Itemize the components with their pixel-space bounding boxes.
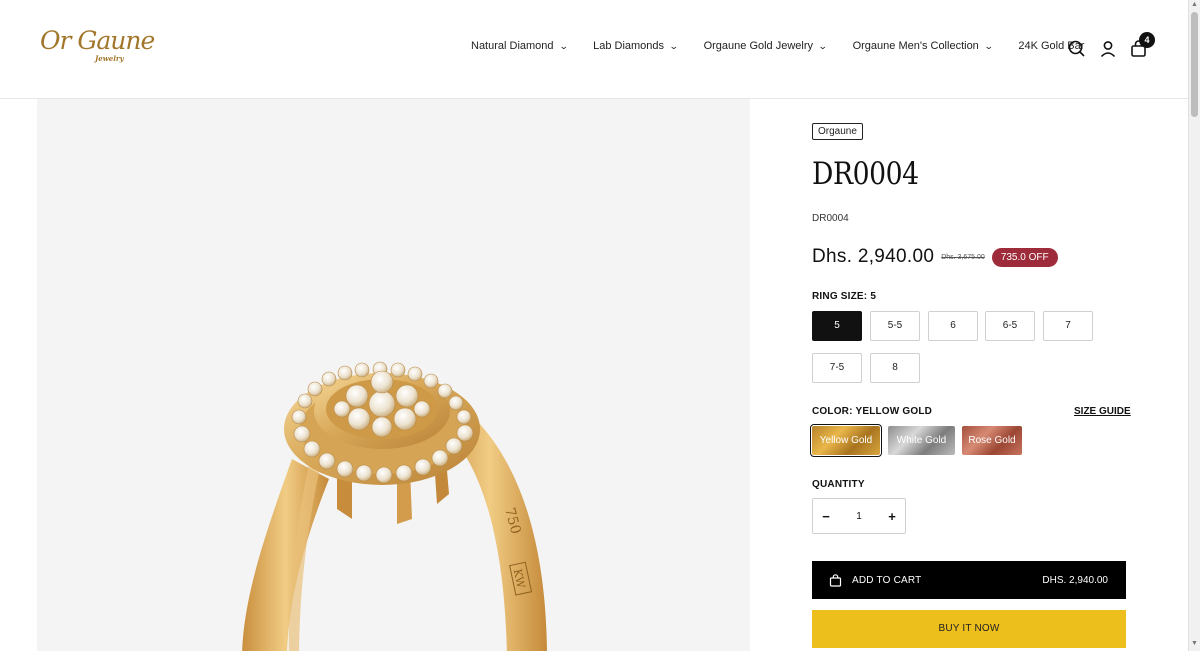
account-icon[interactable] xyxy=(1097,38,1119,60)
size-option-5-5[interactable]: 5-5 xyxy=(870,311,920,341)
price-row: Dhs. 2,940.00 Dhs. 3,675.00 735.0 OFF xyxy=(812,246,1058,268)
cart-count-badge: 4 xyxy=(1139,32,1155,48)
compare-at-price: Dhs. 3,675.00 xyxy=(941,253,985,261)
sale-price: Dhs. 2,940.00 xyxy=(812,246,935,267)
size-option-7[interactable]: 7 xyxy=(1043,311,1093,341)
add-to-cart-price: DHS. 2,940.00 xyxy=(1042,574,1108,586)
size-option-8[interactable]: 8 xyxy=(870,353,920,383)
vendor-badge[interactable]: Orgaune xyxy=(812,123,863,140)
search-icon[interactable] xyxy=(1066,38,1088,60)
discount-badge: 735.0 OFF xyxy=(991,247,1058,267)
nav-item-label: Orgaune Men's Collection xyxy=(852,40,979,52)
ring-size-label: RING SIZE: 5 xyxy=(812,291,876,302)
nav-item-gold-jewelry[interactable]: Orgaune Gold Jewelry ⌄ xyxy=(703,40,828,52)
logo-script: Or Gaune xyxy=(40,26,155,55)
quantity-value[interactable]: 1 xyxy=(844,511,874,522)
nav-item-label: Natural Diamond xyxy=(471,40,554,52)
size-option-6[interactable]: 6 xyxy=(928,311,978,341)
nav-item-label: Orgaune Gold Jewelry xyxy=(703,40,814,52)
main-nav: Natural Diamond ⌄ Lab Diamonds ⌄ Orgaune… xyxy=(471,40,1110,52)
quantity-stepper: − 1 + xyxy=(812,498,906,534)
shopping-bag-icon xyxy=(829,573,842,587)
product-image[interactable]: 750 KW xyxy=(37,99,750,651)
chevron-down-icon: ⌄ xyxy=(983,40,994,51)
ring-illustration: 750 KW xyxy=(242,361,547,651)
cart-icon[interactable]: 4 xyxy=(1128,32,1155,60)
scroll-down-icon[interactable]: ▼ xyxy=(1191,640,1198,647)
header-actions: 4 xyxy=(1066,32,1159,60)
site-header: Or Gaune Jewelry Natural Diamond ⌄ Lab D… xyxy=(0,0,1188,99)
ring-size-selected: 5 xyxy=(870,291,877,302)
nav-item-natural-diamond[interactable]: Natural Diamond ⌄ xyxy=(471,40,569,52)
buy-now-button[interactable]: BUY IT NOW xyxy=(812,610,1126,648)
scroll-thumb[interactable] xyxy=(1191,12,1198,117)
quantity-decrease-button[interactable]: − xyxy=(813,509,839,524)
quantity-increase-button[interactable]: + xyxy=(879,509,905,524)
chevron-down-icon: ⌄ xyxy=(558,40,569,51)
chevron-down-icon: ⌄ xyxy=(668,40,679,51)
color-swatch-yellow-gold[interactable]: Yellow Gold xyxy=(810,424,882,457)
color-swatch-rose-gold[interactable]: Rose Gold xyxy=(962,426,1022,455)
add-to-cart-button[interactable]: ADD TO CART DHS. 2,940.00 xyxy=(812,561,1126,599)
size-guide-link[interactable]: SIZE GUIDE xyxy=(1074,406,1131,417)
product-title: DR0004 xyxy=(812,156,919,192)
color-selected: YELLOW GOLD xyxy=(855,406,933,417)
nav-item-label: Lab Diamonds xyxy=(593,40,665,52)
nav-item-mens-collection[interactable]: Orgaune Men's Collection ⌄ xyxy=(852,40,994,52)
chevron-down-icon: ⌄ xyxy=(817,40,828,51)
ring-size-label-text: RING SIZE: xyxy=(812,291,868,302)
color-label-text: COLOR: xyxy=(812,406,853,417)
nav-item-lab-diamonds[interactable]: Lab Diamonds ⌄ xyxy=(593,40,679,52)
size-option-6-5[interactable]: 6-5 xyxy=(985,311,1035,341)
color-label: COLOR: YELLOW GOLD xyxy=(812,406,932,417)
brand-logo[interactable]: Or Gaune Jewelry xyxy=(40,26,155,70)
size-option-7-5[interactable]: 7-5 xyxy=(812,353,862,383)
scroll-up-icon[interactable]: ▲ xyxy=(1191,1,1198,8)
product-sku: DR0004 xyxy=(812,213,849,224)
quantity-label: QUANTITY xyxy=(812,479,865,490)
size-option-5[interactable]: 5 xyxy=(812,311,862,341)
page-scrollbar[interactable]: ▲ ▼ xyxy=(1188,0,1200,651)
add-to-cart-label: ADD TO CART xyxy=(852,574,922,586)
logo-subtitle: Jewelry xyxy=(95,54,124,63)
color-swatch-white-gold[interactable]: White Gold xyxy=(888,426,955,455)
